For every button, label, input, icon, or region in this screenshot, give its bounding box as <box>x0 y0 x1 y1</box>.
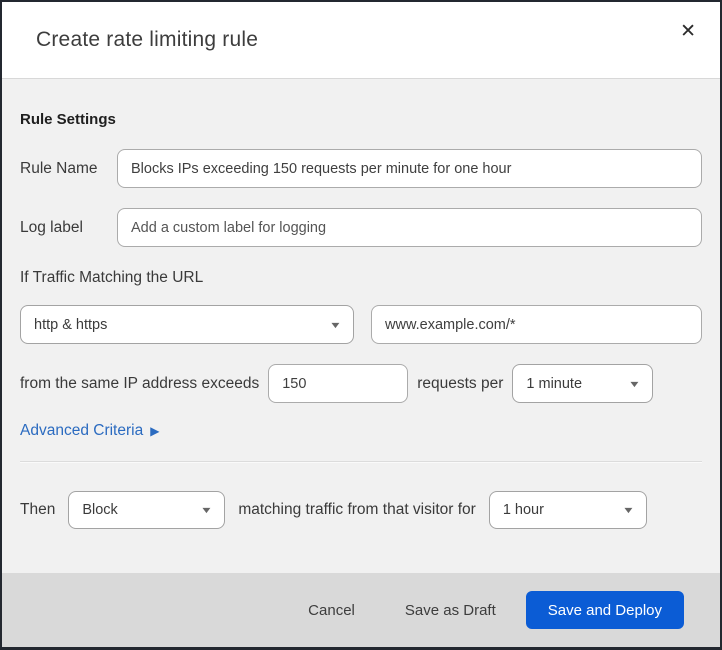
chevron-down-icon: ▼ <box>628 378 642 389</box>
action-select-value: Block <box>82 502 118 518</box>
rule-name-input[interactable] <box>117 149 702 188</box>
log-label-row: Log label <box>20 208 702 247</box>
requests-per-text: requests per <box>417 374 504 392</box>
action-select[interactable]: Block ▼ <box>68 491 226 529</box>
dialog-footer: Cancel Save as Draft Save and Deploy <box>2 573 720 647</box>
dialog-header: Create rate limiting rule ✕ <box>2 2 720 79</box>
url-match-row: http & https ▼ <box>20 305 702 344</box>
threshold-row: from the same IP address exceeds request… <box>20 364 702 403</box>
action-middle-text: matching traffic from that visitor for <box>238 501 476 518</box>
chevron-down-icon: ▼ <box>200 505 214 515</box>
close-icon[interactable]: ✕ <box>672 16 704 47</box>
chevron-down-icon: ▼ <box>328 319 343 330</box>
period-select[interactable]: 1 minute ▼ <box>512 364 654 403</box>
dialog-body: Rule Settings Rule Name Log label If Tra… <box>2 79 720 573</box>
save-as-draft-button[interactable]: Save as Draft <box>405 602 496 619</box>
duration-select[interactable]: 1 hour ▼ <box>488 491 647 529</box>
section-divider <box>20 461 702 463</box>
advanced-criteria-label: Advanced Criteria <box>20 422 144 439</box>
advanced-criteria-link[interactable]: Advanced Criteria ▶ <box>20 422 159 440</box>
rule-name-label: Rule Name <box>20 159 98 177</box>
scheme-select[interactable]: http & https ▼ <box>20 305 354 344</box>
page-title: Create rate limiting rule <box>36 28 259 51</box>
duration-select-value: 1 hour <box>502 502 544 518</box>
rule-name-row: Rule Name <box>20 149 702 188</box>
chevron-down-icon: ▼ <box>621 505 636 515</box>
save-and-deploy-button[interactable]: Save and Deploy <box>525 591 684 629</box>
action-row: Then Block ▼ matching traffic from that … <box>20 491 702 529</box>
scheme-select-value: http & https <box>34 316 108 333</box>
cancel-button[interactable]: Cancel <box>308 602 355 619</box>
threshold-prefix-text: from the same IP address exceeds <box>20 374 260 392</box>
log-label-input[interactable] <box>117 208 702 247</box>
caret-right-icon: ▶ <box>150 424 160 438</box>
period-select-value: 1 minute <box>526 375 583 392</box>
request-count-input[interactable] <box>268 364 409 403</box>
rule-settings-heading: Rule Settings <box>20 111 116 128</box>
log-label-label: Log label <box>20 218 83 236</box>
then-label: Then <box>20 501 56 518</box>
url-pattern-input[interactable] <box>371 305 702 344</box>
traffic-match-heading: If Traffic Matching the URL <box>20 269 204 286</box>
create-rate-limiting-rule-dialog: Create rate limiting rule ✕ Rule Setting… <box>0 0 722 650</box>
